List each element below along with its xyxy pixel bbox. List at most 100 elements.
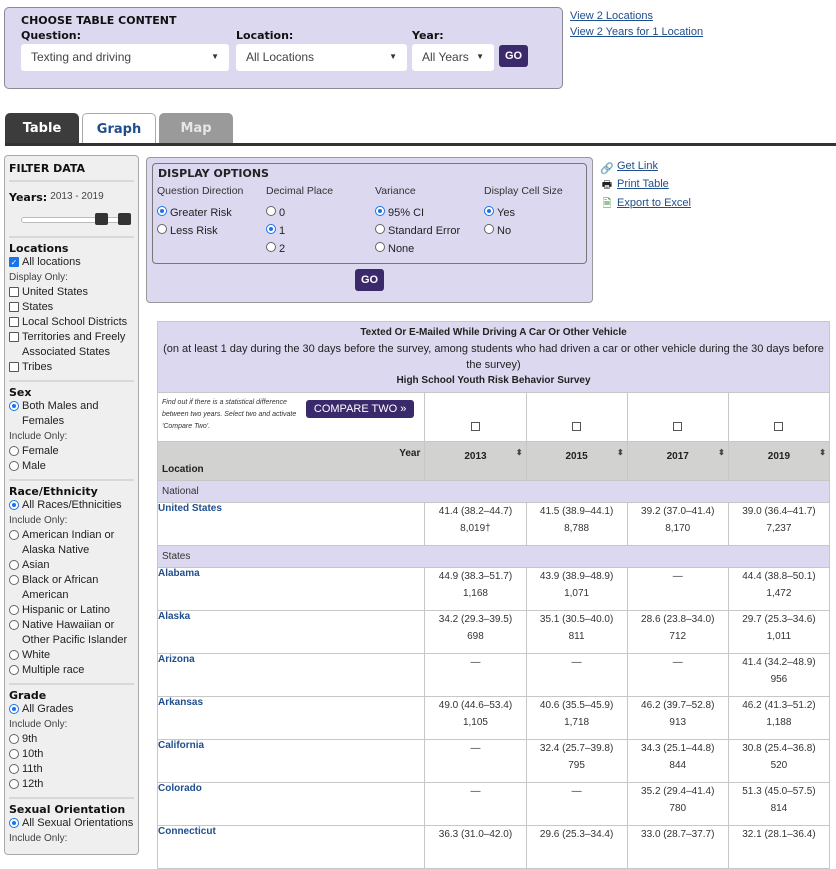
checkbox[interactable] [9,302,19,312]
location-link[interactable]: Alabama [156,567,426,611]
radio[interactable] [9,560,19,570]
option[interactable]: Standard Error [375,222,460,240]
filter-option[interactable]: Black or African American [9,573,134,603]
tab-map[interactable]: Map [159,113,233,144]
year-header-2015[interactable]: 2015 ⬍ [525,441,628,481]
option[interactable]: 0 [266,204,333,222]
radio[interactable] [266,242,276,252]
filter-option[interactable]: 11th [9,762,134,777]
radio[interactable] [9,779,19,789]
filter-option[interactable]: 9th [9,732,134,747]
compare-checkbox-2013[interactable] [470,422,480,431]
radio[interactable] [9,605,19,615]
compare-checkbox-2015[interactable] [572,422,582,431]
radio[interactable] [484,224,494,234]
filter-option[interactable]: Local School Districts [9,315,134,330]
compare-checkbox-2017[interactable] [673,422,683,431]
filter-option[interactable]: Multiple race [9,663,134,678]
sort-icon[interactable]: ⬍ [819,448,826,457]
filter-option[interactable]: Female [9,444,134,459]
radio[interactable] [9,575,19,585]
location-link[interactable]: Alaska [156,610,426,654]
location-link[interactable]: California [156,739,426,783]
checkbox-checked-icon[interactable]: ✓ [9,257,19,267]
compare-checkbox-2019[interactable] [774,422,784,431]
option[interactable]: None [375,240,460,258]
display-go-button[interactable]: GO [355,269,384,291]
radio[interactable] [375,242,385,252]
location-select[interactable]: All Locations ▼ [236,44,407,71]
export-excel-link[interactable]: Export to Excel [617,197,691,209]
radio[interactable] [9,650,19,660]
location-link[interactable]: Arkansas [156,696,426,740]
radio[interactable] [9,665,19,675]
compare-two-button[interactable]: COMPARE TWO » [305,400,415,418]
location-link[interactable]: Arizona [156,653,426,697]
radio[interactable] [157,224,167,234]
radio-selected[interactable] [9,818,19,828]
location-link[interactable]: Colorado [156,782,426,826]
filter-option[interactable]: Male [9,459,134,474]
get-link[interactable]: Get Link [617,160,658,172]
tab-table[interactable]: Table [5,113,79,144]
slider-handle-start[interactable] [95,213,108,225]
filter-option[interactable]: Hispanic or Latino [9,603,134,618]
radio-selected[interactable] [375,206,385,216]
option[interactable]: Greater Risk [157,204,243,222]
filter-option[interactable]: Territories and Freely Associated States [9,330,134,360]
radio-selected[interactable] [484,206,494,216]
filter-option[interactable]: White [9,648,134,663]
year-select[interactable]: All Years ▼ [412,44,494,71]
view-2-years-link[interactable]: View 2 Years for 1 Location [570,26,703,38]
radio[interactable] [9,530,19,540]
sort-icon[interactable]: ⬍ [516,448,523,457]
filter-option[interactable]: All Grades [9,702,134,717]
option[interactable]: 2 [266,240,333,258]
choose-go-button[interactable]: GO [499,45,528,67]
option[interactable]: Yes [484,204,563,222]
year-header-2017[interactable]: 2017 ⬍ [626,441,729,481]
radio[interactable] [9,461,19,471]
filter-option[interactable]: United States [9,285,134,300]
radio-selected[interactable] [266,224,276,234]
sort-icon[interactable]: ⬍ [617,448,624,457]
years-slider[interactable] [9,209,134,229]
checkbox[interactable] [9,317,19,327]
radio-selected[interactable] [9,704,19,714]
radio-selected[interactable] [157,206,167,216]
year-header-2013[interactable]: 2013 ⬍ [424,441,527,481]
view-2-locations-link[interactable]: View 2 Locations [570,10,703,22]
filter-option[interactable]: American Indian or Alaska Native [9,528,134,558]
radio[interactable] [9,446,19,456]
filter-option[interactable]: 10th [9,747,134,762]
checkbox[interactable] [9,362,19,372]
filter-option[interactable]: All Sexual Orientations [9,816,134,831]
radio[interactable] [9,749,19,759]
filter-option[interactable]: All Races/Ethnicities [9,498,134,513]
radio[interactable] [9,764,19,774]
print-table-link[interactable]: Print Table [617,178,669,190]
radio[interactable] [266,206,276,216]
radio-selected[interactable] [9,500,19,510]
filter-option[interactable]: 12th [9,777,134,792]
filter-option[interactable]: ✓ All locations [9,255,134,270]
year-header-2019[interactable]: 2019 ⬍ [727,441,831,481]
question-select[interactable]: Texting and driving ▼ [21,44,229,71]
tab-graph[interactable]: Graph [82,113,156,144]
radio[interactable] [375,224,385,234]
filter-option[interactable]: States [9,300,134,315]
filter-option[interactable]: Tribes [9,360,134,375]
filter-option[interactable]: Both Males and Females [9,399,134,429]
slider-handle-end[interactable] [118,213,131,225]
location-link[interactable]: Connecticut [156,825,426,869]
checkbox[interactable] [9,332,19,342]
filter-option[interactable]: Native Hawaiian or Other Pacific Islande… [9,618,134,648]
option[interactable]: No [484,222,563,240]
sort-icon[interactable]: ⬍ [718,448,725,457]
radio[interactable] [9,734,19,744]
location-link[interactable]: United States [156,502,426,546]
checkbox[interactable] [9,287,19,297]
option[interactable]: 95% CI [375,204,460,222]
filter-option[interactable]: Asian [9,558,134,573]
option[interactable]: Less Risk [157,222,243,240]
